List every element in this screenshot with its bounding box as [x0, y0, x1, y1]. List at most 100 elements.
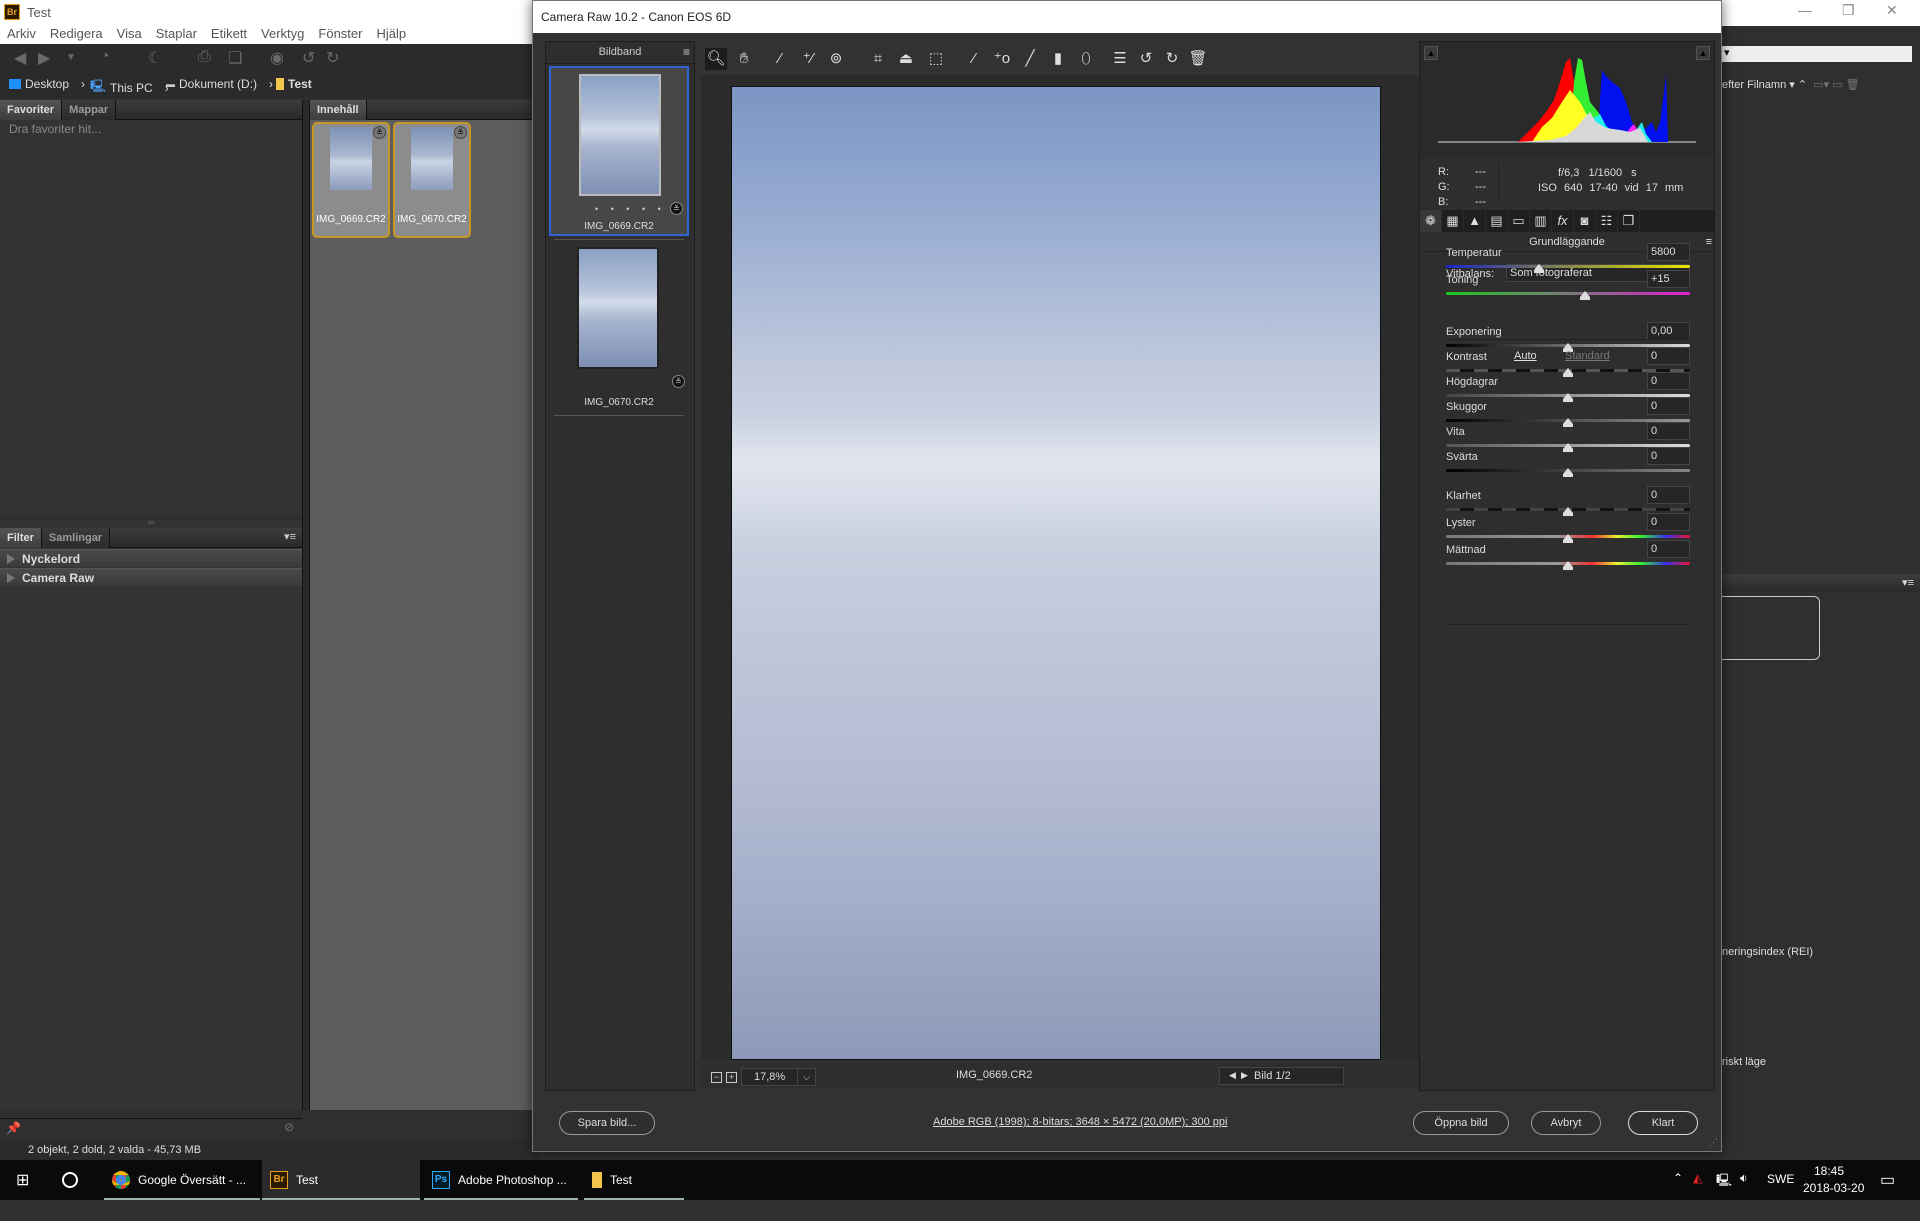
workflow-options-link[interactable]: Adobe RGB (1998); 8-bitars; 3648 × 5472 … [933, 1116, 1227, 1128]
menu-arkiv[interactable]: Arkiv [7, 26, 36, 41]
boomerang-icon[interactable]: ☾ [148, 48, 162, 68]
slider-value-input[interactable]: +15 [1647, 270, 1690, 288]
back-icon[interactable]: ◀ [14, 48, 26, 68]
content-item[interactable]: ≚ IMG_0669.CR2 [312, 122, 390, 238]
effects-tab-icon[interactable]: fx [1552, 210, 1574, 232]
get-photos-icon[interactable]: ⎙ [198, 48, 211, 66]
slider-track[interactable] [1446, 292, 1690, 295]
resize-grip-icon[interactable]: ⋰ [1709, 1137, 1718, 1148]
previous-image-icon[interactable]: ◀ [1229, 1070, 1236, 1081]
slider-value-input[interactable]: 0 [1647, 347, 1690, 365]
menu-verktyg[interactable]: Verktyg [261, 26, 304, 41]
filter-group-nyckelord[interactable]: Nyckelord [0, 549, 302, 567]
recent-folders-icon[interactable]: ◔ [100, 48, 110, 66]
delete-icon[interactable]: 🗑︎ [1187, 48, 1209, 70]
panel-splitter[interactable] [302, 100, 310, 1110]
zoom-in-button[interactable]: + [726, 1071, 737, 1083]
next-image-icon[interactable]: ▶ [1241, 1070, 1248, 1081]
zoom-out-button[interactable]: − [711, 1071, 722, 1083]
minimize-icon[interactable]: — [1798, 2, 1812, 18]
taskbar-item-explorer[interactable]: Test [584, 1160, 684, 1200]
slider-thumb[interactable] [1563, 507, 1573, 516]
white-balance-tool-icon[interactable]: ⁄ [769, 48, 791, 70]
panel-menu-icon[interactable]: ≡ [1706, 232, 1712, 252]
menu-staplar[interactable]: Staplar [156, 26, 197, 41]
forward-icon[interactable]: ▶ [38, 48, 50, 68]
menu-visa[interactable]: Visa [117, 26, 142, 41]
graduated-filter-icon[interactable]: ▮ [1047, 48, 1069, 70]
auto-link[interactable]: Auto [1514, 350, 1537, 362]
menu-etikett[interactable]: Etikett [211, 26, 247, 41]
network-icon[interactable]: 🖳 [1716, 1171, 1732, 1211]
content-item[interactable]: ≚ IMG_0670.CR2 [393, 122, 471, 238]
targeted-adjustment-tool-icon[interactable]: ⊚ [825, 48, 847, 70]
save-image-button[interactable]: Spara bild... [559, 1111, 655, 1135]
rotate-right-icon[interactable]: ↻ [326, 48, 339, 68]
split-toning-tab-icon[interactable]: ▭ [1508, 210, 1530, 232]
cancel-button[interactable]: Avbryt [1531, 1111, 1601, 1135]
filmstrip-item[interactable]: ≚ IMG_0670.CR2 [549, 247, 689, 417]
standard-link[interactable]: Standard [1565, 350, 1610, 362]
slider-value-input[interactable]: 0 [1647, 540, 1690, 558]
transform-tool-icon[interactable]: ⬚ [925, 48, 947, 70]
slider-value-input[interactable]: 0 [1647, 397, 1690, 415]
rotate-left-icon[interactable]: ↺ [1135, 48, 1157, 70]
lens-corrections-tab-icon[interactable]: ▥ [1530, 210, 1552, 232]
tab-mappar[interactable]: Mappar [62, 100, 117, 120]
tray-app-icon[interactable]: ◭ [1693, 1171, 1702, 1211]
slider-thumb[interactable] [1563, 368, 1573, 377]
refine-icon[interactable]: ❏ [228, 48, 242, 68]
slider-thumb[interactable] [1580, 291, 1591, 300]
clock-date[interactable]: 2018-03-20 [1803, 1181, 1864, 1221]
windows-start-icon[interactable]: ⊞ [16, 1170, 29, 1190]
slider-thumb[interactable] [1563, 443, 1573, 452]
rotate-left-icon[interactable]: ↺ [302, 48, 315, 68]
adjustment-brush-icon[interactable]: ╱ [1019, 48, 1041, 70]
radial-filter-icon[interactable]: ⬯ [1075, 48, 1097, 70]
zoom-level-select[interactable]: 17,8% ⌵ [741, 1068, 816, 1086]
slider-value-input[interactable]: 0 [1647, 486, 1690, 504]
slider-value-input[interactable]: 0 [1647, 447, 1690, 465]
preview-photo[interactable] [731, 86, 1381, 1060]
maximize-icon[interactable]: ❐ [1842, 2, 1855, 19]
menu-fonster[interactable]: Fönster [318, 26, 362, 41]
panel-menu-icon[interactable]: ▾≡ [1902, 576, 1914, 589]
presets-tab-icon[interactable]: ☷ [1596, 210, 1618, 232]
done-button[interactable]: Klart [1628, 1111, 1698, 1135]
hsl-tab-icon[interactable]: ▤ [1486, 210, 1508, 232]
hand-tool-icon[interactable]: ✋︎ [733, 48, 755, 70]
slider-value-input[interactable]: 5800 [1647, 243, 1690, 261]
filmstrip-item[interactable]: • • • • • ≚ IMG_0669.CR2 [549, 66, 689, 236]
spot-removal-tool-icon[interactable]: ⁄ [963, 48, 985, 70]
menu-hjalp[interactable]: Hjälp [376, 26, 406, 41]
rating-dots[interactable]: • • • • • [595, 204, 666, 214]
tab-innehall[interactable]: Innehåll [310, 100, 367, 120]
rotate-right-icon[interactable]: ↻ [1161, 48, 1183, 70]
language-indicator[interactable]: SWE [1767, 1172, 1794, 1212]
recent-dropdown-icon[interactable]: ▼ [66, 52, 76, 63]
detail-tab-icon[interactable]: ▲ [1464, 210, 1486, 232]
pin-icon[interactable]: 📌 [6, 1121, 21, 1135]
breadcrumb-this-pc[interactable]: This PC [110, 81, 153, 95]
slider-thumb[interactable] [1533, 264, 1544, 273]
highlight-clipping-icon[interactable]: ▲ [1696, 46, 1710, 60]
tab-samlingar[interactable]: Samlingar [41, 528, 111, 548]
slider-thumb[interactable] [1563, 468, 1573, 477]
taskbar-item-chrome[interactable]: Google Översätt - ... [104, 1160, 260, 1200]
straighten-tool-icon[interactable]: ⏏ [895, 48, 917, 70]
presets-list-icon[interactable]: ☰ [1109, 48, 1131, 70]
taskbar-item-photoshop[interactable]: Ps Adobe Photoshop ... [424, 1160, 578, 1200]
search-input[interactable]: ▾ [1722, 46, 1912, 62]
color-sampler-tool-icon[interactable]: ⁺⁄ [797, 48, 819, 70]
camera-calibration-tab-icon[interactable]: ◙ [1574, 210, 1596, 232]
red-eye-tool-icon[interactable]: ⁺o [991, 48, 1013, 70]
open-image-button[interactable]: Öppna bild [1413, 1111, 1509, 1135]
tab-favoriter[interactable]: Favoriter [0, 100, 63, 120]
filmstrip-menu-icon[interactable]: ≡ [683, 42, 690, 62]
slider-thumb[interactable] [1563, 561, 1573, 570]
shadow-clipping-icon[interactable]: ▲ [1424, 46, 1438, 60]
taskbar-item-bridge[interactable]: Br Test [262, 1160, 420, 1200]
slider-value-input[interactable]: 0 [1647, 422, 1690, 440]
slider-value-input[interactable]: 0 [1647, 513, 1690, 531]
sort-label[interactable]: efter Filnamn ▾ ⌃ ▭▾ ▭ 🗑 [1722, 78, 1860, 91]
